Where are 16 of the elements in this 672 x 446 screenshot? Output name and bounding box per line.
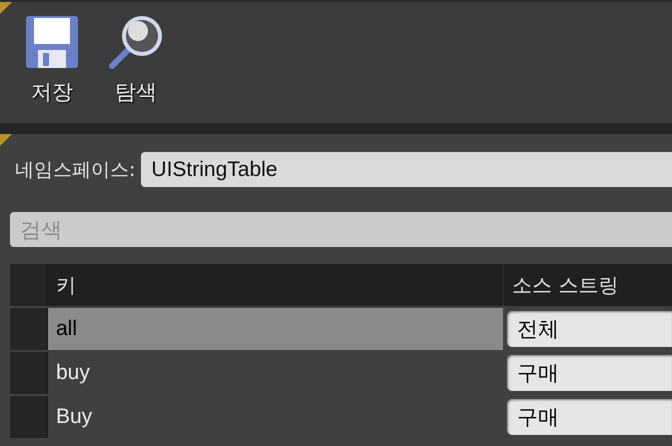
key-cell[interactable]: all — [48, 308, 503, 350]
row-selector[interactable] — [10, 396, 48, 438]
source-string-field[interactable]: 구매 — [507, 355, 672, 391]
row-selector[interactable] — [10, 352, 48, 394]
column-header: 키 — [55, 272, 77, 298]
corner-mark — [0, 2, 12, 14]
corner-mark — [0, 134, 12, 146]
column-header: 소스 스트링 — [503, 264, 672, 306]
save-button[interactable]: 저장 — [22, 12, 82, 106]
search-field[interactable]: 검색 — [10, 212, 672, 247]
row-selector[interactable] — [10, 308, 48, 350]
browse-button[interactable]: 탐색 — [106, 12, 166, 106]
source-string-field[interactable]: 구매 — [507, 399, 672, 435]
source-string-field[interactable]: 전체 — [507, 311, 672, 347]
namespace-label: 네임스페이스: — [14, 158, 136, 182]
namespace-field[interactable]: UIStringTable — [141, 152, 672, 187]
